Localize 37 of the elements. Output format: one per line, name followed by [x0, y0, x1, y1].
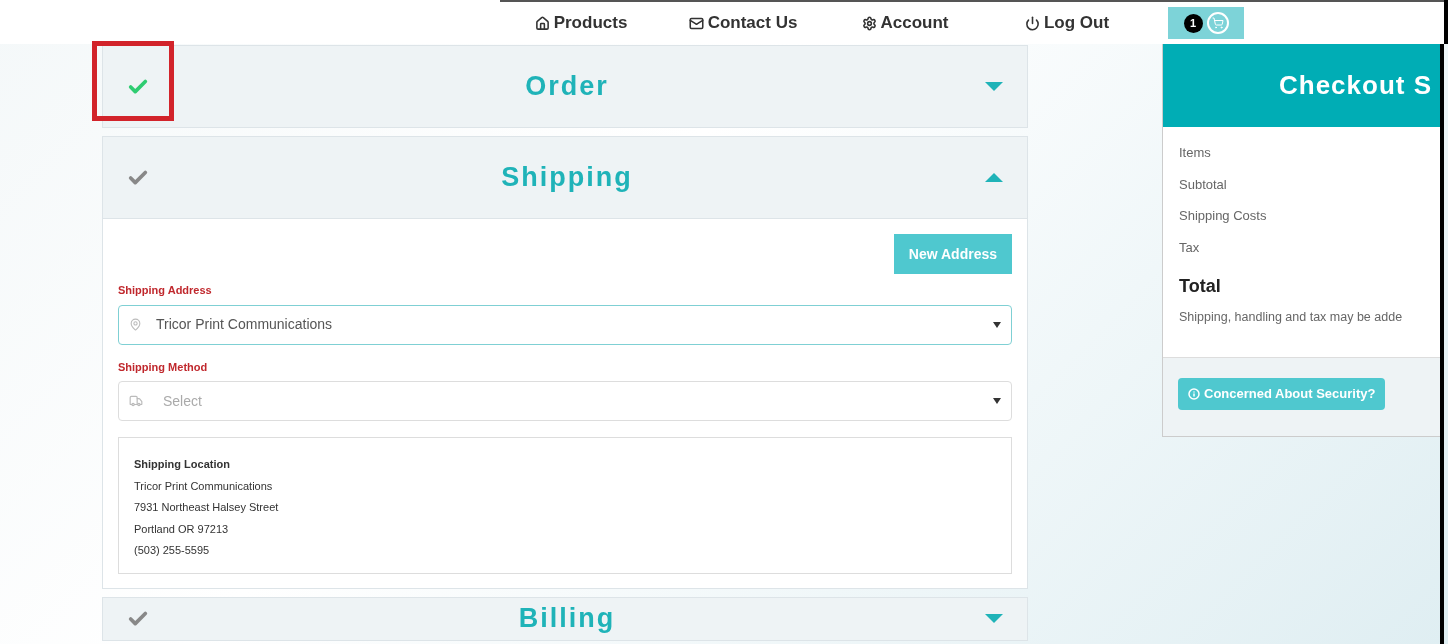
nav-link[interactable]: Contact Us — [662, 10, 824, 36]
checkout-title: Checkout S — [1279, 69, 1433, 102]
dropdown-caret-icon — [993, 321, 1001, 328]
section-title: Order — [524, 70, 610, 104]
cart-icon — [1206, 12, 1229, 34]
total-label: Total — [1179, 275, 1222, 298]
gear-icon — [861, 15, 877, 31]
map-pin-icon — [129, 318, 142, 331]
summary-label: Tax — [1179, 238, 1201, 257]
field-label: Shipping Method — [118, 359, 209, 375]
summary-label: Subtotal — [1179, 175, 1228, 194]
envelope-icon — [688, 15, 704, 31]
collapse-arrow-icon — [985, 173, 1003, 182]
address-line: (503) 255-5595 — [134, 543, 211, 558]
address-line: 7931 Northeast Halsey Street — [134, 500, 280, 515]
truck-icon — [129, 394, 143, 408]
section-title: Shipping — [500, 161, 634, 195]
info-icon — [1188, 387, 1200, 400]
summary-note: Shipping, handling and tax may be adde — [1179, 309, 1404, 326]
power-icon — [1024, 15, 1040, 31]
cart-count-badge: 1 — [1183, 13, 1203, 33]
location-title: Shipping Location — [134, 457, 231, 472]
summary-label: Shipping Costs — [1179, 207, 1268, 225]
dropdown-caret-icon — [993, 398, 1001, 404]
address-line: Tricor Print Communications — [134, 478, 274, 494]
address-line: Portland OR 97213 — [134, 521, 230, 537]
home-icon — [534, 15, 550, 31]
expand-arrow-icon — [985, 82, 1003, 91]
nav-link[interactable]: Products — [500, 10, 662, 36]
summary-label: Items — [1179, 144, 1212, 162]
nav-link[interactable]: Account — [824, 10, 986, 36]
section-title: Billing — [517, 602, 617, 636]
expand-arrow-icon — [985, 614, 1003, 623]
address-select[interactable]: Tricor Print Communications — [118, 304, 1012, 345]
field-label: Shipping Address — [118, 283, 213, 298]
cart-tab[interactable]: 1 — [1168, 7, 1244, 39]
nav-link[interactable]: Log Out — [986, 10, 1148, 36]
